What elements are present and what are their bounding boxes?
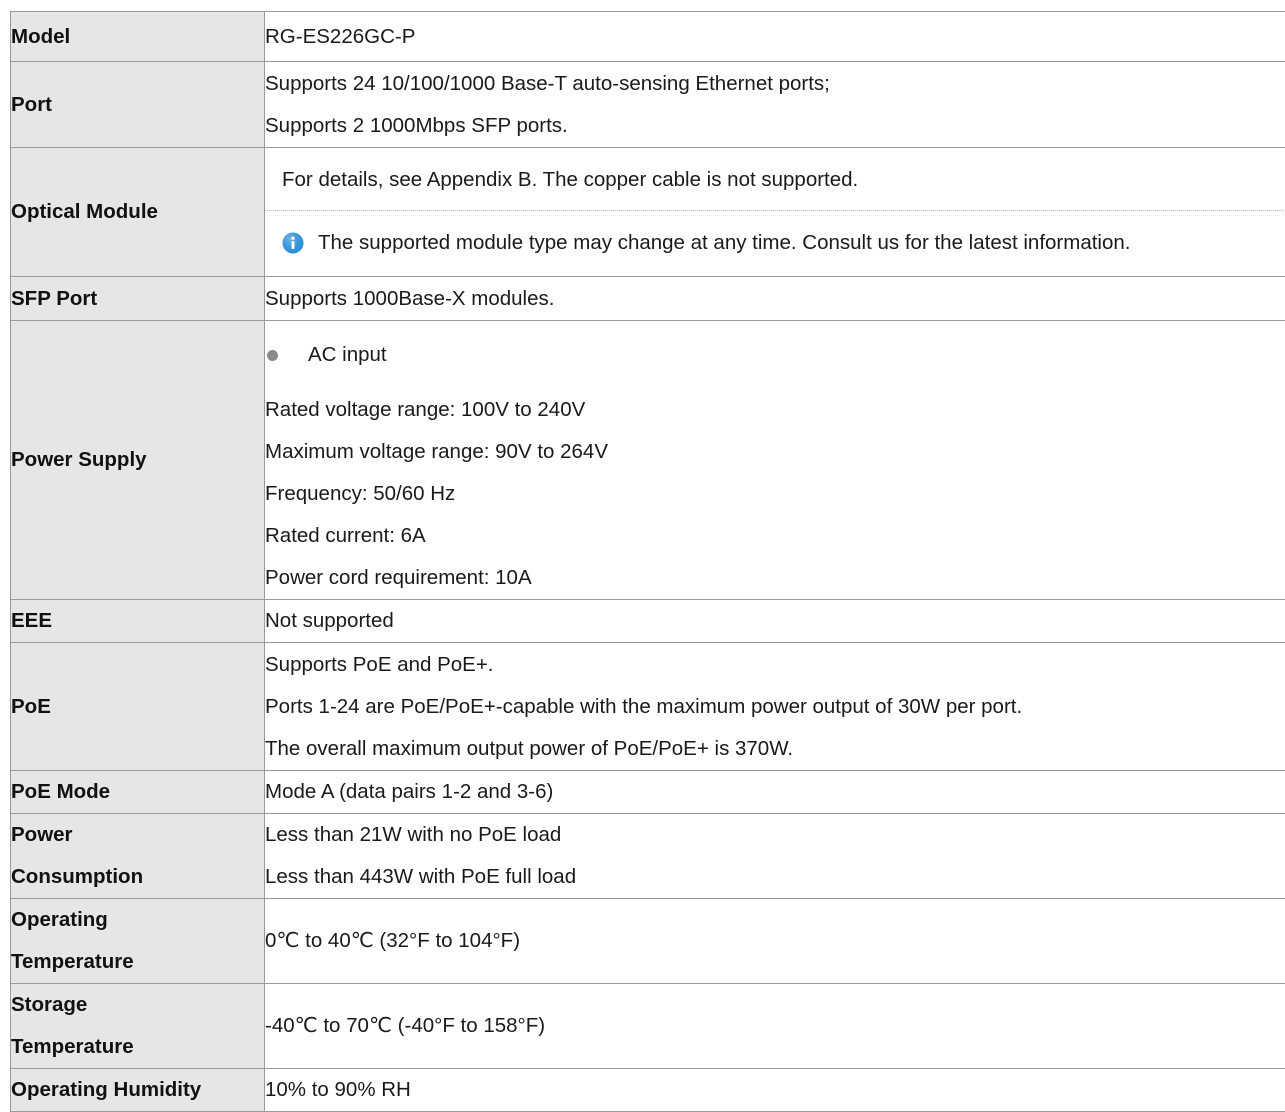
row-label-port: Port [11, 62, 265, 148]
value-line: RG-ES226GC-P [265, 16, 1285, 58]
row-value-power-supply: AC input Rated voltage range: 100V to 24… [265, 321, 1285, 600]
row-value-eee: Not supported [265, 600, 1285, 643]
label-line: Consumption [11, 856, 264, 898]
info-icon [282, 232, 304, 254]
value-line: Supports 2 1000Mbps SFP ports. [265, 105, 1285, 147]
value-line: 10% to 90% RH [265, 1069, 1285, 1111]
row-value-model: RG-ES226GC-P [265, 12, 1285, 62]
table-row: Storage Temperature -40℃ to 70℃ (-40°F t… [11, 984, 1285, 1069]
table-row: Operating Temperature 0℃ to 40℃ (32°F to… [11, 899, 1285, 984]
row-value-storage-temperature: -40℃ to 70℃ (-40°F to 158°F) [265, 984, 1285, 1069]
label-line: Storage [11, 984, 264, 1026]
row-value-poe: Supports PoE and PoE+. Ports 1-24 are Po… [265, 643, 1285, 771]
row-value-sfp-port: Supports 1000Base-X modules. [265, 277, 1285, 321]
value-line: Supports 24 10/100/1000 Base-T auto-sens… [265, 63, 1285, 105]
value-line: Mode A (data pairs 1-2 and 3-6) [265, 771, 1285, 813]
label-line: Temperature [11, 1026, 264, 1068]
table-row: Operating Humidity 10% to 90% RH [11, 1069, 1285, 1112]
value-line: Less than 21W with no PoE load [265, 814, 1285, 856]
bullet-dot-icon [267, 350, 278, 361]
spec-table: Model RG-ES226GC-P Port Supports 24 10/1… [10, 11, 1285, 1112]
note-line: The supported module type may change at … [265, 211, 1285, 275]
value-line: Supports PoE and PoE+. [265, 644, 1285, 686]
table-row: Power Supply AC input Rated voltage rang… [11, 321, 1285, 600]
value-line: Frequency: 50/60 Hz [265, 473, 1285, 515]
row-label-poe: PoE [11, 643, 265, 771]
bullet-text: AC input [308, 321, 387, 389]
row-label-eee: EEE [11, 600, 265, 643]
value-line: Supports 1000Base-X modules. [265, 278, 1285, 320]
table-row: EEE Not supported [11, 600, 1285, 643]
row-value-operating-temperature: 0℃ to 40℃ (32°F to 104°F) [265, 899, 1285, 984]
value-line: -40℃ to 70℃ (-40°F to 158°F) [265, 1005, 1285, 1047]
row-value-operating-humidity: 10% to 90% RH [265, 1069, 1285, 1112]
note-text: The supported module type may change at … [318, 211, 1130, 275]
row-label-power-consumption: Power Consumption [11, 814, 265, 899]
label-line: Operating [11, 899, 264, 941]
value-line: The overall maximum output power of PoE/… [265, 728, 1285, 770]
value-line: For details, see Appendix B. The copper … [265, 150, 1285, 211]
row-label-poe-mode: PoE Mode [11, 771, 265, 814]
table-row: Power Consumption Less than 21W with no … [11, 814, 1285, 899]
row-label-model: Model [11, 12, 265, 62]
value-line: Rated voltage range: 100V to 240V [265, 389, 1285, 431]
label-line: Power [11, 814, 264, 856]
label-line: Temperature [11, 941, 264, 983]
value-line: 0℃ to 40℃ (32°F to 104°F) [265, 920, 1285, 962]
row-value-port: Supports 24 10/100/1000 Base-T auto-sens… [265, 62, 1285, 148]
table-row: PoE Mode Mode A (data pairs 1-2 and 3-6) [11, 771, 1285, 814]
row-label-storage-temperature: Storage Temperature [11, 984, 265, 1069]
table-row: PoE Supports PoE and PoE+. Ports 1-24 ar… [11, 643, 1285, 771]
row-label-power-supply: Power Supply [11, 321, 265, 600]
table-row: SFP Port Supports 1000Base-X modules. [11, 277, 1285, 321]
value-line: Ports 1-24 are PoE/PoE+-capable with the… [265, 686, 1285, 728]
value-line: Power cord requirement: 10A [265, 557, 1285, 599]
row-label-operating-temperature: Operating Temperature [11, 899, 265, 984]
row-label-sfp-port: SFP Port [11, 277, 265, 321]
row-value-poe-mode: Mode A (data pairs 1-2 and 3-6) [265, 771, 1285, 814]
row-value-optical-module: For details, see Appendix B. The copper … [265, 148, 1285, 277]
table-row: Port Supports 24 10/100/1000 Base-T auto… [11, 62, 1285, 148]
row-label-operating-humidity: Operating Humidity [11, 1069, 265, 1112]
row-value-power-consumption: Less than 21W with no PoE load Less than… [265, 814, 1285, 899]
table-row: Optical Module For details, see Appendix… [11, 148, 1285, 277]
row-label-optical-module: Optical Module [11, 148, 265, 277]
table-row: Model RG-ES226GC-P [11, 12, 1285, 62]
value-line: Less than 443W with PoE full load [265, 856, 1285, 898]
value-line: Not supported [265, 600, 1285, 642]
value-line: Maximum voltage range: 90V to 264V [265, 431, 1285, 473]
value-line: Rated current: 6A [265, 515, 1285, 557]
bullet-item: AC input [265, 321, 1285, 389]
